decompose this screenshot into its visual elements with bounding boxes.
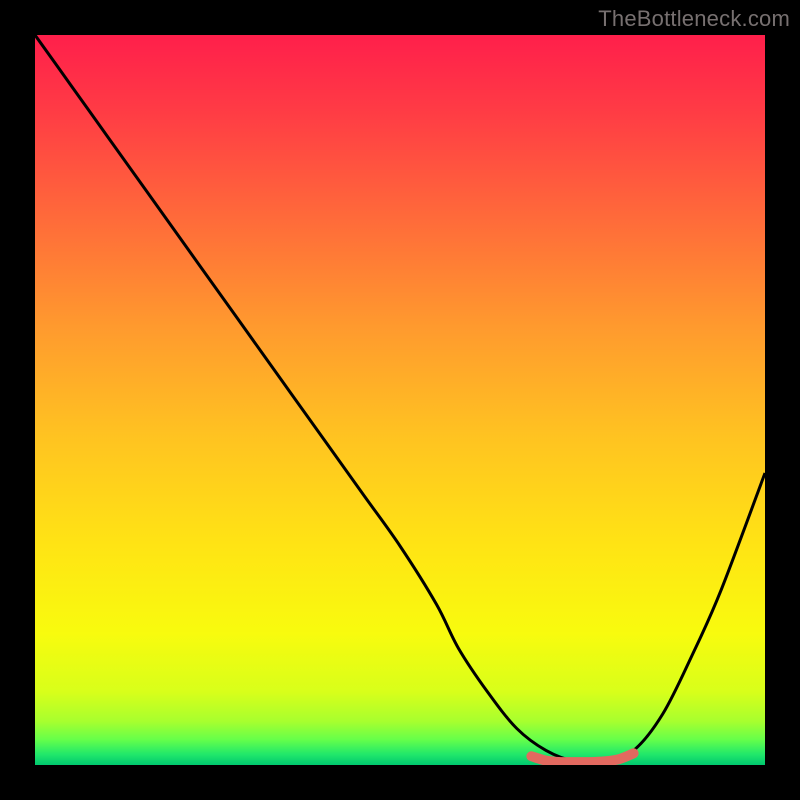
plot-area [35,35,765,765]
chart-frame: TheBottleneck.com [0,0,800,800]
bottleneck-chart [35,35,765,765]
watermark-text: TheBottleneck.com [598,6,790,32]
gradient-background [35,35,765,765]
